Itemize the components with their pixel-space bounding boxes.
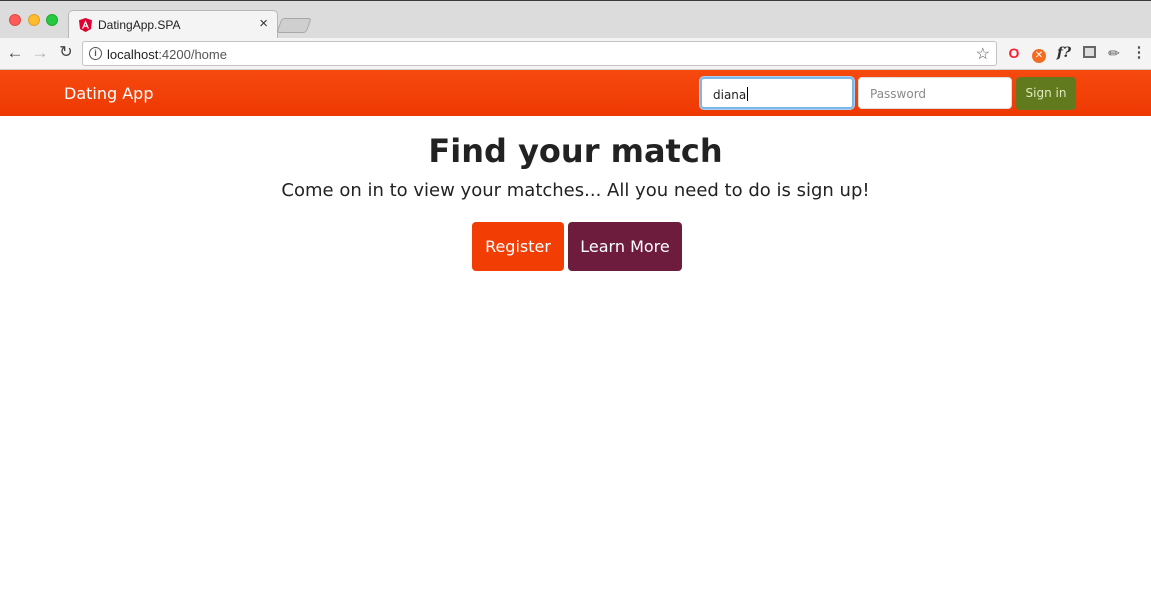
navbar-brand[interactable]: Dating App xyxy=(64,84,153,103)
close-window-button[interactable] xyxy=(9,14,21,26)
arrow-left-icon[interactable]: ← xyxy=(5,43,25,63)
tab-close-icon[interactable]: × xyxy=(259,15,268,32)
page-title: Find your match xyxy=(428,132,723,170)
info-icon[interactable]: i xyxy=(89,47,102,60)
text-caret xyxy=(747,87,749,101)
reload-icon[interactable]: ↻ xyxy=(56,43,76,63)
url-host: localhost xyxy=(107,47,159,62)
username-value: diana xyxy=(713,88,747,102)
page-subtitle: Come on in to view your matches... All y… xyxy=(281,180,870,201)
signin-button[interactable]: Sign in xyxy=(1016,77,1076,110)
browser-toolbar: ← → ↻ i localhost:4200/home ☆ O ✕ f? ✏ ⋮ xyxy=(0,38,1151,70)
minimize-window-button[interactable] xyxy=(28,14,40,26)
url-text[interactable]: localhost:4200/home xyxy=(107,47,227,62)
opera-icon[interactable]: O xyxy=(1005,44,1023,62)
tab-title: DatingApp.SPA xyxy=(98,18,181,32)
username-input[interactable]: diana xyxy=(700,77,854,109)
eyedropper-icon[interactable]: ✏ xyxy=(1105,44,1123,62)
orange-extension-icon[interactable]: ✕ xyxy=(1030,44,1048,63)
angular-favicon-icon xyxy=(79,18,92,32)
arrow-right-icon[interactable]: → xyxy=(30,43,50,63)
star-icon[interactable]: ☆ xyxy=(976,44,990,64)
app-navbar: Dating App diana Password Sign in xyxy=(0,70,1151,116)
browser-titlebar: DatingApp.SPA × xyxy=(0,0,1151,39)
maximize-window-button[interactable] xyxy=(46,14,58,26)
new-tab-button[interactable] xyxy=(276,18,312,33)
url-path: :4200/home xyxy=(158,47,227,62)
password-input[interactable]: Password xyxy=(858,77,1012,109)
menu-icon[interactable]: ⋮ xyxy=(1130,44,1148,62)
pocket-icon[interactable] xyxy=(1080,44,1098,62)
address-bar[interactable]: i localhost:4200/home ☆ xyxy=(82,41,997,66)
learn-more-button[interactable]: Learn More xyxy=(568,222,682,271)
browser-tab[interactable]: DatingApp.SPA × xyxy=(68,10,278,39)
function-extension-icon[interactable]: f? xyxy=(1055,44,1073,62)
register-button[interactable]: Register xyxy=(472,222,564,271)
